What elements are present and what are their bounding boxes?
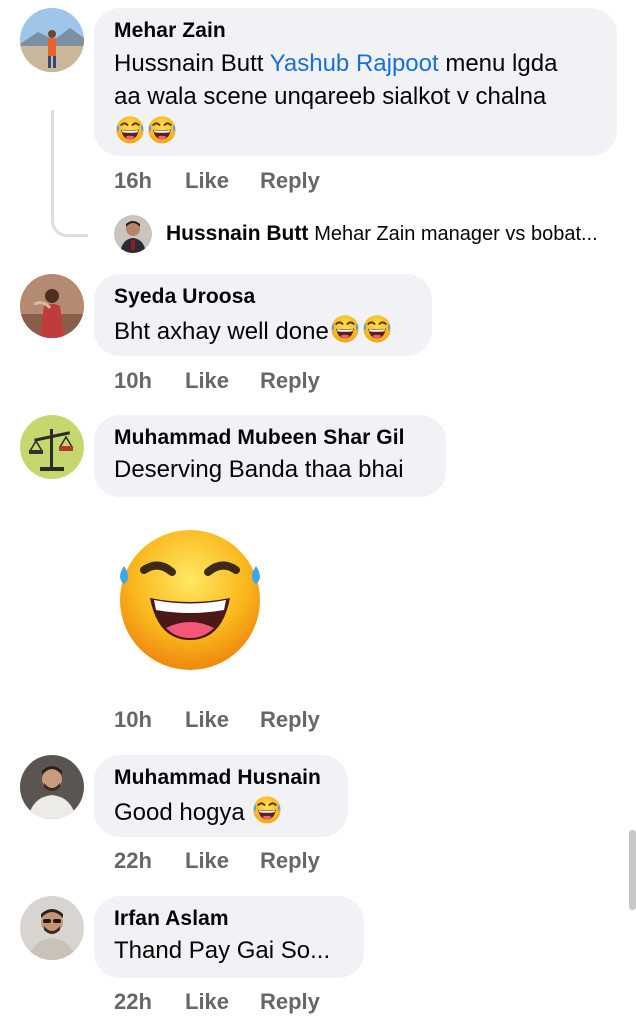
- avatar-photo-icon: [20, 896, 84, 960]
- reply-thread-line: [51, 110, 88, 237]
- comment-author[interactable]: Muhammad Husnain: [114, 765, 328, 791]
- reply-text: Mehar Zain manager vs bobat...: [314, 223, 598, 245]
- comment-bubble: Muhammad Husnain Good hogya: [94, 755, 348, 837]
- laughing-tears-emoji-icon: [120, 530, 260, 670]
- avatar-photo-icon: [20, 274, 84, 338]
- comment-bubble: Muhammad Mubeen Shar Gil Deserving Banda…: [94, 415, 446, 497]
- avatar[interactable]: [20, 755, 84, 819]
- laughing-tears-emoji-icon: [361, 312, 393, 344]
- comment-author[interactable]: Syeda Uroosa: [114, 284, 412, 310]
- comment-text: Good hogya: [114, 793, 328, 829]
- comment-time[interactable]: 22h: [114, 989, 152, 1015]
- avatar[interactable]: [20, 896, 84, 960]
- like-button[interactable]: Like: [185, 368, 229, 394]
- reply-author[interactable]: Hussnain Butt: [166, 222, 308, 245]
- reply-button[interactable]: Reply: [260, 368, 320, 394]
- comment-time[interactable]: 16h: [114, 168, 152, 194]
- comment-bubble: Syeda Uroosa Bht axhay well done: [94, 274, 432, 356]
- laughing-tears-emoji-icon: [329, 312, 361, 344]
- laughing-tears-emoji-icon: [114, 113, 146, 145]
- big-laughing-emoji-sticker: [114, 528, 266, 672]
- comment-author[interactable]: Mehar Zain: [114, 18, 597, 44]
- comment-text-part: Bht axhay well done: [114, 318, 329, 345]
- comment-author[interactable]: Irfan Aslam: [114, 906, 344, 932]
- laughing-tears-emoji-icon: [251, 793, 283, 825]
- comment-author[interactable]: Muhammad Mubeen Shar Gil: [114, 425, 426, 451]
- comment-text-part: Good hogya: [114, 799, 252, 826]
- avatar[interactable]: [20, 274, 84, 338]
- mention-link[interactable]: Yashub Rajpoot: [270, 50, 439, 77]
- avatar[interactable]: [20, 415, 84, 479]
- avatar-photo-icon: [20, 8, 84, 72]
- reply-button[interactable]: Reply: [260, 989, 320, 1015]
- avatar[interactable]: [20, 8, 84, 72]
- comment-time[interactable]: 10h: [114, 368, 152, 394]
- comment-text: Hussnain Butt Yashub Rajpoot menu lgda a…: [114, 47, 597, 149]
- comment-text: Deserving Banda thaa bhai: [114, 456, 404, 483]
- comment-text-part: aa wala scene unqareeb sialkot v chalna: [114, 83, 547, 110]
- comment-time[interactable]: 22h: [114, 848, 152, 874]
- like-button[interactable]: Like: [185, 989, 229, 1015]
- like-button[interactable]: Like: [185, 848, 229, 874]
- reply-button[interactable]: Reply: [260, 707, 320, 733]
- like-button[interactable]: Like: [185, 707, 229, 733]
- reply-button[interactable]: Reply: [260, 848, 320, 874]
- like-button[interactable]: Like: [185, 168, 229, 194]
- comment-text: Bht axhay well done: [114, 312, 412, 348]
- comment-bubble: Irfan Aslam Thand Pay Gai So...: [94, 896, 364, 978]
- scrollbar[interactable]: [629, 830, 636, 910]
- comment-bubble: Mehar Zain Hussnain Butt Yashub Rajpoot …: [94, 8, 617, 156]
- scales-of-justice-icon: [20, 415, 84, 479]
- comment-text: Thand Pay Gai So...: [114, 937, 331, 964]
- reply-avatar[interactable]: [114, 215, 152, 253]
- avatar-photo-icon: [114, 215, 152, 253]
- avatar-photo-icon: [20, 755, 84, 819]
- comment-text-part: menu lgda: [438, 50, 558, 77]
- reply-preview[interactable]: Hussnain Butt Mehar Zain manager vs boba…: [166, 215, 598, 253]
- comment-time[interactable]: 10h: [114, 707, 152, 733]
- laughing-tears-emoji-icon: [146, 113, 178, 145]
- reply-button[interactable]: Reply: [260, 168, 320, 194]
- comment-text-part: Hussnain Butt: [114, 50, 270, 77]
